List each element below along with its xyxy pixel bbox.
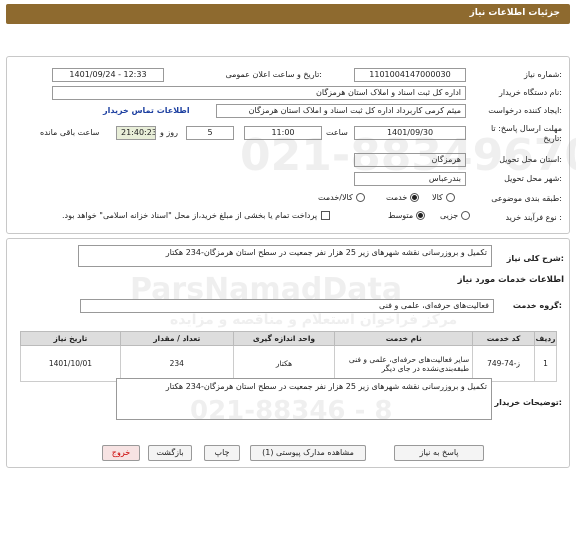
radio-selected-icon [410,193,420,202]
radio-icon [355,193,365,202]
province-field: هرمزگان [354,153,466,167]
deadline-label: مهلت ارسال پاسخ: تا [490,124,562,133]
cell-code: ز-74-749 [472,345,536,382]
services-section-title: اطلاعات خدمات مورد نیاز [457,275,564,285]
view-attachments-button[interactable]: مشاهده مدارک پیوستی (1) [250,445,366,461]
announce-label: تاریخ و ساعت اعلان عمومی: [225,70,322,79]
days-field: 5 [186,126,234,140]
cell-date: 1401/10/01 [20,345,121,382]
city-label: شهر محل تحویل: [504,174,562,183]
category-option-service[interactable]: خدمت [386,193,420,202]
checkbox-icon [321,211,331,220]
category-option-label: خدمت [386,193,408,202]
buyer-notes-label: توضیحات خریدار: [494,398,562,407]
service-group-label: گروه خدمت: [512,301,562,310]
col-code: کد خدمت [472,331,536,346]
exit-button[interactable]: خروج [102,445,140,461]
services-table: ردیف کد خدمت نام خدمت واحد اندازه گیری ت… [20,331,557,382]
cell-qty: 234 [119,345,234,382]
buyer-contact-link[interactable]: اطلاعات تماس خریدار [103,106,190,115]
deadline-time-field: 11:00 [244,126,322,140]
col-date: تاریخ نیاز [20,331,121,346]
col-name: نام خدمت [334,331,474,346]
buyer-label: نام دستگاه خریدار: [498,88,562,97]
days-label: روز و [160,128,178,137]
category-option-goods[interactable]: کالا [432,193,455,202]
province-label: استان محل تحویل: [499,155,562,164]
remaining-time-field: 21:40:23 [116,126,156,140]
process-option-label: متوسط [388,211,414,220]
radio-icon [445,193,455,202]
deadline-date-label: تاریخ: [543,134,562,143]
need-info-panel [6,56,570,234]
payment-note: پرداخت تمام یا بخشی از مبلغ خرید،از محل … [62,211,318,220]
creator-field: میثم کرمی کاربرداد اداره کل ثبت اسناد و … [216,104,466,118]
summary-label: شرح کلی نیاز: [506,254,564,263]
cell-unit: هکتار [232,345,336,382]
cell-name: سایر فعالیت‌های حرفه‌ای، علمی و فنی طبقه… [334,345,474,382]
creator-label: ایجاد کننده درخواست: [488,106,562,115]
category-option-label: کالا [432,193,443,202]
buyer-field: اداره کل ثبت اسناد و املاک استان هرمزگان [52,86,466,100]
radio-selected-icon [416,211,426,220]
print-button[interactable]: چاپ [204,445,240,461]
need-number-label: شماره نیاز: [523,70,562,79]
deadline-time-label: ساعت [326,128,348,137]
announce-field: 1401/09/24 - 12:33 [52,68,164,82]
service-group-field: فعالیت‌های حرفه‌ای، علمی و فنی [80,299,494,313]
radio-icon [461,211,471,220]
process-option-medium[interactable]: متوسط [388,211,426,220]
city-field: بندرعباس [354,172,466,186]
process-option-label: جزیی [440,211,459,220]
buyer-notes-field: تکمیل و بروزرسانی نقشه شهرهای زیر 25 هزا… [116,378,492,420]
col-qty: تعداد / مقدار [119,331,234,346]
category-option-label: کالا/خدمت [318,193,353,202]
cell-row: 1 [534,345,557,382]
category-label: طبقه بندی موضوعی: [491,194,562,203]
deadline-date-field: 1401/09/30 [354,126,466,140]
col-row: ردیف [534,331,557,346]
table-header-row: ردیف کد خدمت نام خدمت واحد اندازه گیری ت… [20,331,557,346]
process-option-minor[interactable]: جزیی [440,211,471,220]
remaining-label: ساعت باقی مانده [40,128,100,137]
need-number-field: 1101004147000030 [354,68,466,82]
process-label: نوع فرآیند خرید : [505,213,562,222]
page-title: جزئیات اطلاعات نیاز [6,4,570,24]
back-button[interactable]: بازگشت [148,445,192,461]
col-unit: واحد اندازه گیری [232,331,336,346]
category-option-both[interactable]: کالا/خدمت [318,193,365,202]
payment-option[interactable]: پرداخت تمام یا بخشی از مبلغ خرید،از محل … [62,211,331,220]
reply-button[interactable]: پاسخ به نیاز [394,445,484,461]
table-row: 1 ز-74-749 سایر فعالیت‌های حرفه‌ای، علمی… [20,345,557,382]
summary-field: تکمیل و بروزرسانی نقشه شهرهای زیر 25 هزا… [78,245,492,267]
